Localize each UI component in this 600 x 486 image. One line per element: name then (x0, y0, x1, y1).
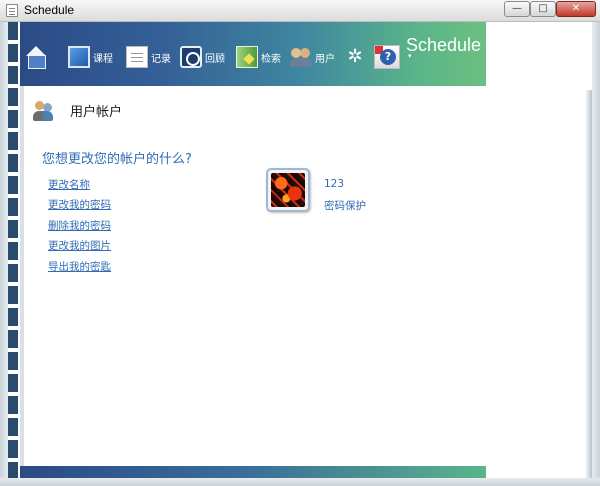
toolbar-course[interactable]: 课程 (68, 44, 113, 70)
help-icon (374, 45, 400, 69)
link-remove-password[interactable]: 删除我的密码 (48, 218, 111, 233)
app-icon (6, 4, 18, 17)
toolbar-users-label: 用户 (315, 53, 335, 65)
user-status: 密码保护 (324, 200, 366, 212)
right-frame-shadow (586, 90, 592, 478)
account-question: 您想更改您的帐户的什么? (42, 152, 192, 167)
gear-icon: ✲ (347, 46, 363, 67)
toolbar-help[interactable] (374, 44, 400, 70)
toolbar-course-label: 课程 (93, 53, 113, 65)
window-frame-left (0, 22, 8, 486)
window-titlebar: Schedule — □ ✕ (0, 0, 600, 22)
toolbar-users[interactable]: 用户 (290, 44, 335, 70)
toolbar-home[interactable] (26, 44, 48, 70)
section-title: 用户帐户 (70, 105, 123, 120)
brand-title: Schedule (406, 35, 482, 55)
maximize-button[interactable]: □ (530, 1, 556, 17)
user-name: 123 (324, 178, 345, 190)
link-change-password[interactable]: 更改我的密码 (48, 197, 111, 212)
toolbar-review-label: 回顾 (205, 53, 225, 65)
record-icon (126, 46, 148, 68)
toolbar-review[interactable]: 回顾 (180, 44, 225, 70)
users-icon (290, 46, 312, 68)
bottom-bar (20, 466, 486, 478)
window-title: Schedule (24, 3, 75, 17)
right-empty-area (486, 22, 592, 478)
window-frame-right (592, 22, 600, 486)
link-export-key[interactable]: 导出我的密匙 (48, 259, 111, 274)
search-icon (236, 46, 258, 68)
avatar-image (271, 173, 305, 207)
home-icon (26, 46, 48, 69)
user-accounts-icon (33, 100, 55, 122)
left-decorative-strip (8, 22, 20, 478)
toolbar-settings[interactable]: ✲ (344, 44, 366, 70)
review-icon (180, 46, 202, 68)
toolbar-search[interactable]: 检索 (236, 44, 281, 70)
link-change-picture[interactable]: 更改我的图片 (48, 238, 111, 253)
minimize-button[interactable]: — (504, 1, 530, 17)
avatar (266, 168, 310, 212)
close-button[interactable]: ✕ (556, 1, 596, 17)
course-icon (68, 46, 90, 68)
content-panel (24, 86, 486, 466)
toolbar-record[interactable]: 记录 (126, 44, 171, 70)
window-frame-bottom (0, 478, 600, 486)
toolbar-search-label: 检索 (261, 53, 281, 65)
brand-dropdown-caret[interactable]: ▾ (408, 52, 412, 60)
toolbar-record-label: 记录 (151, 53, 171, 65)
link-change-name[interactable]: 更改名称 (48, 177, 90, 192)
